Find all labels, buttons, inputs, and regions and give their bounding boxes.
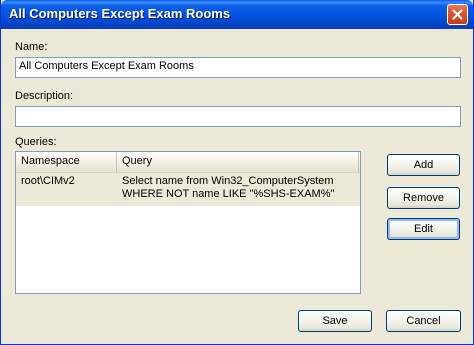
- remove-button[interactable]: Remove: [387, 187, 460, 209]
- queries-label: Queries:: [15, 136, 57, 148]
- name-label: Name:: [15, 41, 48, 53]
- edit-button[interactable]: Edit: [387, 218, 460, 240]
- queries-list[interactable]: Namespace Query root\CIMv2 Select name f…: [15, 151, 361, 294]
- cancel-button[interactable]: Cancel: [386, 310, 461, 332]
- title-bar[interactable]: All Computers Except Exam Rooms: [1, 0, 473, 29]
- column-header-query[interactable]: Query: [117, 152, 359, 172]
- row-query-line2: WHERE NOT name LIKE "%SHS-EXAM%": [122, 188, 335, 200]
- add-button[interactable]: Add: [387, 154, 460, 176]
- close-icon: [452, 9, 463, 20]
- table-row[interactable]: root\CIMv2 Select name from Win32_Comput…: [16, 173, 360, 206]
- save-button[interactable]: Save: [298, 310, 372, 332]
- list-header: Namespace Query: [16, 152, 360, 173]
- name-input[interactable]: All Computers Except Exam Rooms: [15, 57, 461, 78]
- column-header-namespace[interactable]: Namespace: [16, 152, 117, 172]
- window-title: All Computers Except Exam Rooms: [9, 6, 231, 21]
- description-input[interactable]: [15, 106, 461, 127]
- description-label: Description:: [15, 90, 74, 102]
- row-namespace: root\CIMv2: [21, 175, 75, 187]
- close-button[interactable]: [447, 4, 468, 25]
- row-query-line1: Select name from Win32_ComputerSystem: [122, 175, 334, 187]
- dialog-window: All Computers Except Exam Rooms Name: Al…: [0, 0, 474, 345]
